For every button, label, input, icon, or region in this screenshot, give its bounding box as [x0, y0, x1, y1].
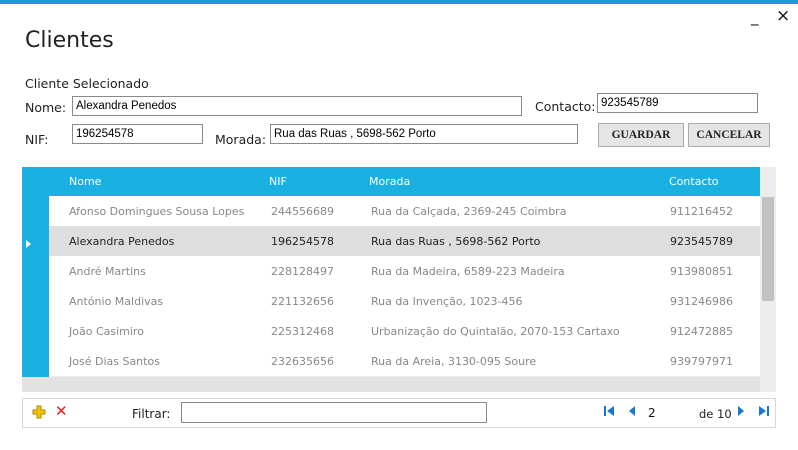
cell-nome: António Maldivas [69, 295, 164, 308]
cell-contacto: 911216452 [670, 205, 733, 218]
nome-field[interactable]: Alexandra Penedos [72, 96, 522, 116]
previous-page-icon[interactable] [627, 405, 637, 420]
contacto-field[interactable]: 923545789 [597, 93, 758, 113]
grid-toolbar: ✕ Filtrar: 2 de 10 [22, 398, 776, 428]
delete-x-icon[interactable]: ✕ [55, 404, 68, 419]
grid-header: Nome NIF Morada Contacto [22, 167, 760, 196]
table-row[interactable]: João Casimiro 225312468 Urbanização do Q… [49, 316, 760, 346]
last-page-icon[interactable] [758, 405, 770, 420]
nif-label: NIF: [25, 132, 49, 147]
cell-nome: José Dias Santos [69, 355, 160, 368]
next-page-icon[interactable] [736, 405, 746, 420]
cell-nif: 244556689 [271, 205, 334, 218]
cell-nif: 232635656 [271, 355, 334, 368]
vertical-scroll-thumb[interactable] [762, 197, 774, 301]
nif-field[interactable]: 196254578 [72, 124, 203, 144]
cell-morada: Urbanização do Quintalão, 2070-153 Carta… [371, 325, 620, 338]
morada-label: Morada: [215, 132, 267, 147]
first-page-icon[interactable] [603, 405, 615, 420]
guardar-button[interactable]: GUARDAR [598, 123, 684, 147]
horizontal-scrollbar[interactable] [22, 377, 760, 392]
cell-nome: João Casimiro [69, 325, 144, 338]
cell-contacto: 913980851 [670, 265, 733, 278]
table-row[interactable]: António Maldivas 221132656 Rua da Invenç… [49, 286, 760, 316]
row-selector-column [22, 196, 49, 377]
current-row-arrow-icon [26, 240, 31, 248]
cancelar-button[interactable]: CANCELAR [688, 123, 770, 147]
cell-contacto: 931246986 [670, 295, 733, 308]
table-row[interactable]: José Dias Santos 232635656 Rua da Areia,… [49, 346, 760, 376]
cell-contacto: 939797971 [670, 355, 733, 368]
cell-nif: 196254578 [271, 235, 334, 248]
page-number-input[interactable]: 2 [645, 402, 695, 423]
close-button[interactable]: × [776, 6, 790, 26]
cell-morada: Rua da Madeira, 6589-223 Madeira [371, 265, 565, 278]
minimize-button[interactable]: _ [751, 8, 759, 26]
contacto-label: Contacto: [535, 99, 596, 114]
nome-label: Nome: [25, 100, 67, 115]
column-header-contacto[interactable]: Contacto [669, 175, 719, 188]
cell-contacto: 923545789 [670, 235, 733, 248]
cell-morada: Rua das Ruas , 5698-562 Porto [371, 235, 541, 248]
table-row-selected[interactable]: Alexandra Penedos 196254578 Rua das Ruas… [49, 226, 760, 256]
cell-nome: André Martins [69, 265, 146, 278]
cell-nome: Alexandra Penedos [69, 235, 175, 248]
morada-field[interactable]: Rua das Ruas , 5698-562 Porto [270, 124, 578, 144]
cell-contacto: 912472885 [670, 325, 733, 338]
page-title: Clientes [25, 28, 114, 53]
cell-nif: 228128497 [271, 265, 334, 278]
page-count-label: de 10 [699, 407, 732, 421]
column-header-morada[interactable]: Morada [369, 175, 410, 188]
cell-morada: Rua da Areia, 3130-095 Soure [371, 355, 537, 368]
selected-client-label: Cliente Selecionado [25, 76, 149, 91]
vertical-scrollbar[interactable] [760, 167, 776, 377]
filter-input[interactable] [181, 402, 487, 423]
table-row[interactable]: Afonso Domingues Sousa Lopes 244556689 R… [49, 196, 760, 226]
cell-morada: Rua da Calçada, 2369-245 Coimbra [371, 205, 567, 218]
filter-label: Filtrar: [132, 407, 171, 421]
clients-grid: Nome NIF Morada Contacto Afonso Domingue… [22, 167, 776, 392]
column-header-nome[interactable]: Nome [69, 175, 101, 188]
plus-icon[interactable] [32, 405, 46, 422]
cell-nome: Afonso Domingues Sousa Lopes [69, 205, 245, 218]
cell-nif: 225312468 [271, 325, 334, 338]
column-header-nif[interactable]: NIF [269, 175, 287, 188]
cell-nif: 221132656 [271, 295, 334, 308]
window-top-accent [0, 0, 798, 4]
table-row[interactable]: André Martins 228128497 Rua da Madeira, … [49, 256, 760, 286]
cell-morada: Rua da Invenção, 1023-456 [371, 295, 523, 308]
